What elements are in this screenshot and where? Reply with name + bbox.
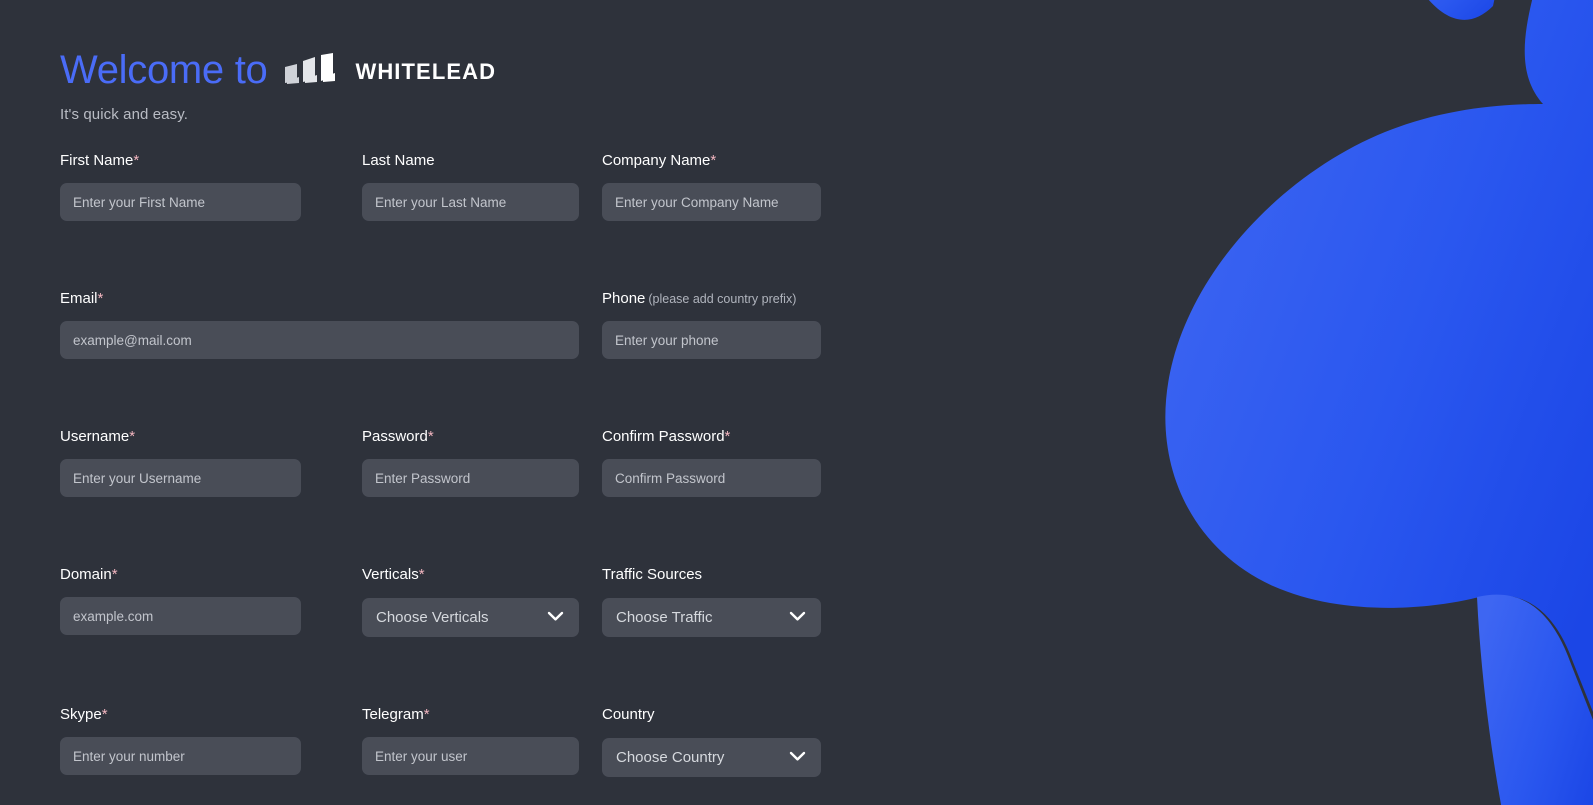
label-telegram: Telegram*: [362, 706, 430, 723]
field-verticals: Verticals* Choose Verticals: [362, 566, 579, 637]
signup-content: Welcome to WHITELEAD It's quick and easy…: [0, 0, 860, 805]
label-country: Country: [602, 706, 655, 723]
field-country: Country Choose Country: [602, 706, 821, 777]
field-first-name: First Name*: [60, 152, 301, 221]
field-domain: Domain*: [60, 566, 301, 637]
decorative-blob-background: [1073, 0, 1593, 805]
row-spacer: [60, 497, 821, 567]
chevron-down-icon: [547, 609, 564, 626]
field-skype: Skype*: [60, 706, 301, 777]
brand-name: WHITELEAD: [355, 59, 497, 84]
password-input[interactable]: [362, 459, 579, 497]
brand-lockup: WHITELEAD: [283, 49, 496, 92]
field-confirm-password: Confirm Password*: [602, 428, 821, 497]
email-input[interactable]: [60, 321, 579, 359]
label-username: Username*: [60, 428, 136, 445]
page-subtitle: It's quick and easy.: [60, 106, 188, 123]
page-title: Welcome to: [60, 48, 268, 92]
page-header: Welcome to WHITELEAD: [60, 44, 860, 96]
chevron-down-icon: [789, 749, 806, 766]
signup-page: Welcome to WHITELEAD It's quick and easy…: [0, 0, 1593, 805]
label-traffic-sources: Traffic Sources: [602, 566, 703, 583]
chevron-down-icon: [789, 609, 806, 626]
row-spacer: [60, 359, 821, 429]
field-username: Username*: [60, 428, 301, 497]
label-password: Password*: [362, 428, 434, 445]
label-domain: Domain*: [60, 566, 118, 583]
field-telegram: Telegram*: [362, 706, 579, 777]
label-skype: Skype*: [60, 706, 108, 723]
first-name-input[interactable]: [60, 183, 301, 221]
row-spacer: [60, 637, 821, 707]
domain-input[interactable]: [60, 597, 301, 635]
traffic-sources-select-value: Choose Traffic: [616, 609, 713, 626]
label-first-name: First Name*: [60, 152, 140, 169]
field-traffic-sources: Traffic Sources Choose Traffic: [602, 566, 821, 637]
label-verticals: Verticals*: [362, 566, 425, 583]
field-company-name: Company Name*: [602, 152, 821, 221]
username-input[interactable]: [60, 459, 301, 497]
telegram-input[interactable]: [362, 737, 579, 775]
label-phone: Phone (please add country prefix): [602, 290, 797, 307]
confirm-password-input[interactable]: [602, 459, 821, 497]
skype-input[interactable]: [60, 737, 301, 775]
country-select-value: Choose Country: [616, 749, 725, 766]
phone-hint: (please add country prefix): [648, 292, 797, 306]
field-password: Password*: [362, 428, 579, 497]
signup-form: First Name* Last Name Company Name* Emai…: [60, 152, 860, 777]
company-name-input[interactable]: [602, 183, 821, 221]
label-company-name: Company Name*: [602, 152, 717, 169]
phone-input[interactable]: [602, 321, 821, 359]
verticals-select-value: Choose Verticals: [376, 609, 489, 626]
row-spacer: [60, 221, 821, 291]
verticals-select[interactable]: Choose Verticals: [362, 598, 579, 637]
field-phone: Phone (please add country prefix): [602, 290, 821, 359]
whitelead-bars-logo-icon: [283, 52, 339, 92]
label-confirm-password: Confirm Password*: [602, 428, 731, 445]
last-name-input[interactable]: [362, 183, 579, 221]
field-last-name: Last Name: [362, 152, 579, 221]
country-select[interactable]: Choose Country: [602, 738, 821, 777]
label-last-name: Last Name: [362, 152, 435, 169]
label-email: Email*: [60, 290, 104, 307]
traffic-sources-select[interactable]: Choose Traffic: [602, 598, 821, 637]
field-email: Email*: [60, 290, 579, 359]
